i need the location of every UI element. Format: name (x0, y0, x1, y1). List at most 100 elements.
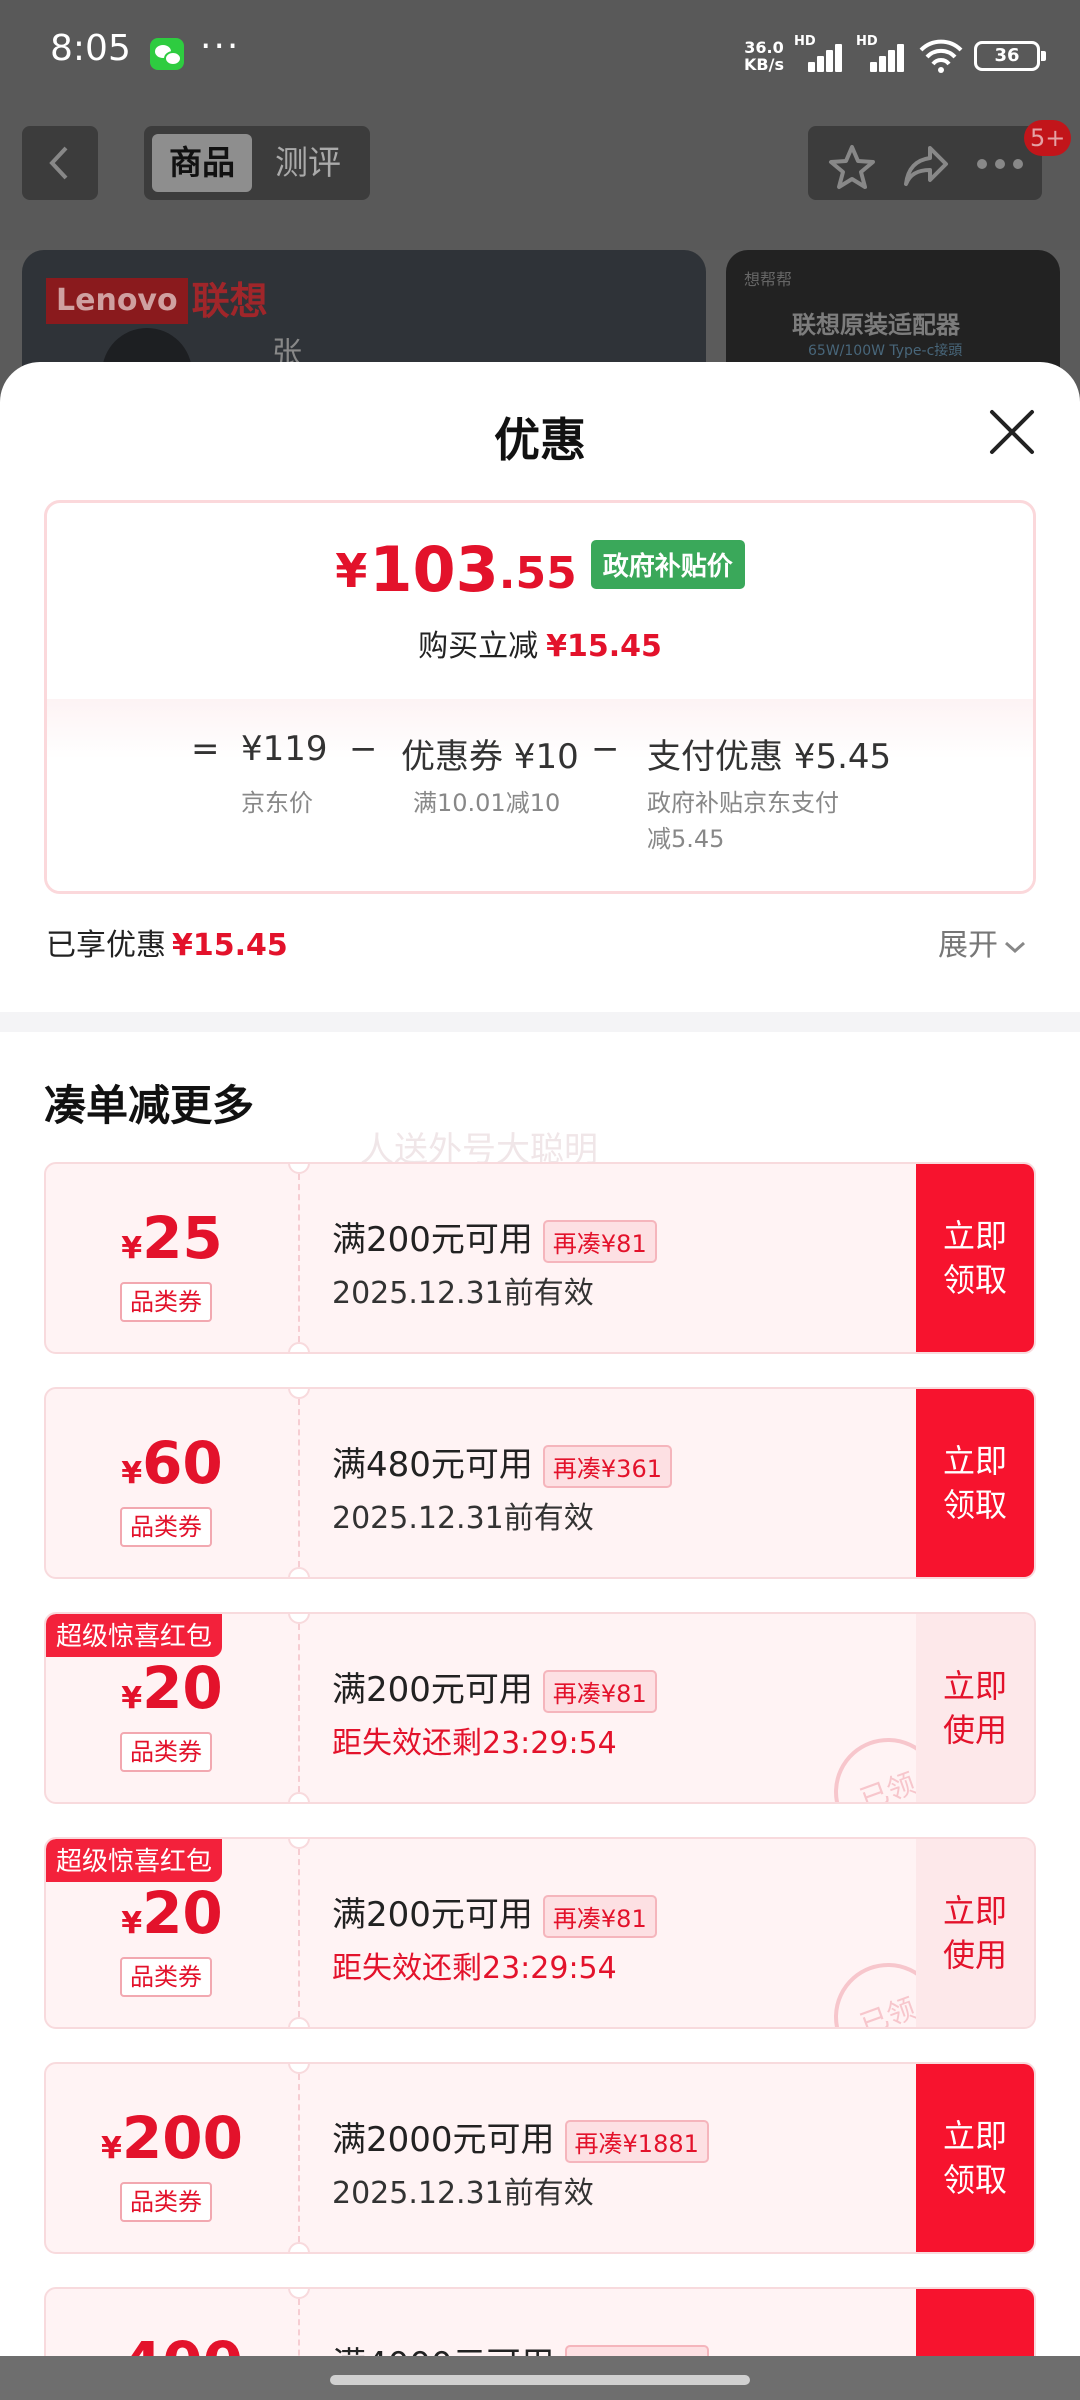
battery-icon: 36 (974, 41, 1046, 71)
coupon-action-label: 立即领取 (942, 2117, 1007, 2199)
payment-discount-label-2: 减5.45 (647, 825, 725, 853)
price-decimal: .55 (498, 548, 577, 599)
coupon-category-tag: 品类券 (120, 2182, 212, 2222)
brand-en: Lenovo (46, 278, 188, 324)
coupon-card: 超级惊喜红包 ¥20 品类券 满200元可用 再凑¥81 距失效还剩23:29:54 已领立… (44, 1612, 1036, 1804)
coupon-condition: 满200元可用 再凑¥81 (332, 1212, 657, 1263)
coupon-category-tag: 品类券 (120, 1282, 212, 1322)
coupon-remaining-tag: 再凑¥1881 (564, 2120, 709, 2163)
coupon-amount: ¥20 (46, 1879, 298, 1947)
coupon-amount: ¥20 (46, 1654, 298, 1722)
coupon-action-button[interactable]: 立即领取 (916, 1164, 1034, 1352)
product-banner: Lenovo 联想 张 (22, 250, 706, 370)
section-title: 凑单减更多 (44, 1081, 255, 1130)
coupon-value-area: ¥200 品类券 (46, 2064, 298, 2252)
brand-cn: 联想 (191, 279, 268, 323)
instant-discount: 购买立减 ¥15.45 (47, 621, 1033, 665)
instant-label: 购买立减 (418, 629, 539, 664)
payment-discount: 支付优惠 ¥5.45 (647, 737, 892, 777)
price-currency: ¥ (335, 544, 368, 598)
coupon-value-area: ¥20 品类券 (46, 1614, 298, 1802)
coupon-divider (298, 1624, 300, 1792)
status-bar: 8:05 ··· 36.0 KB/s HD HD 36 (0, 0, 1080, 110)
coupon-condition-text: 满200元可用 (332, 1670, 533, 1710)
price-breakdown: = ¥119 京东价 − 优惠券 ¥10 满10.01减10 − 支付优惠 ¥5… (47, 699, 1033, 891)
coupon-action-label: 立即领取 (942, 1442, 1007, 1524)
expand-label: 展开 (938, 928, 998, 963)
more-notifications-icon: ··· (200, 26, 241, 67)
coupon-remaining-tag: 再凑¥361 (542, 1445, 672, 1488)
coupon-card: ¥200 品类券 满2000元可用 再凑¥1881 2025.12.31前有效 立即领取 (44, 2062, 1036, 2254)
favorite-star-icon[interactable] (828, 144, 876, 190)
expand-button[interactable]: 展开 (938, 920, 1026, 964)
coupon-category-tag: 品类券 (120, 1957, 212, 1997)
wifi-icon (918, 36, 964, 76)
coupon-amount-value: 25 (142, 1204, 223, 1272)
price-card: ¥ 103 .55 政府补贴价 购买立减 ¥15.45 = ¥119 京东价 − … (44, 500, 1036, 894)
coupon-condition: 满480元可用 再凑¥361 (332, 1437, 672, 1488)
enjoyed-discount: 已享优惠 ¥15.45 (46, 920, 288, 964)
coupon-action-button[interactable]: 立即使用 (916, 1614, 1034, 1802)
coupon-divider (298, 1399, 300, 1567)
signal-icon: HD (794, 34, 846, 76)
more-icon[interactable] (976, 158, 1024, 170)
close-icon[interactable] (984, 404, 1040, 460)
coupon-notch (288, 1567, 310, 1577)
enjoyed-label: 已享优惠 (46, 928, 166, 963)
minus-sign: − (349, 729, 378, 769)
coupon-currency: ¥ (121, 1906, 143, 1941)
coupon-validity: 2025.12.31前有效 (332, 1276, 594, 1311)
status-indicators: 36.0 KB/s HD HD 36 (744, 34, 1046, 78)
banner2-title: 联想原装适配器 (792, 311, 960, 339)
coupon-remaining-tag: 再凑¥81 (542, 1220, 657, 1263)
coupon-remaining-tag: 再凑¥81 (542, 1895, 657, 1938)
coupon-currency: ¥ (121, 1681, 143, 1716)
signal-hd-label-2: HD (856, 34, 878, 49)
jd-price: ¥119 (241, 729, 328, 769)
coupon-currency: ¥ (101, 2131, 122, 2166)
product-top-nav: 商品 测评 5+ (0, 110, 1080, 250)
section-divider (0, 1012, 1080, 1032)
final-price: ¥ 103 .55 政府补贴价 (47, 537, 1033, 611)
coupon-value-area: ¥25 品类券 (46, 1164, 298, 1352)
coupon-action-button[interactable]: 立即领取 (916, 2064, 1034, 2252)
coupon-amount-value: 20 (142, 1654, 223, 1722)
coupon-condition: 满2000元可用 再凑¥1881 (332, 2112, 709, 2163)
gov-subsidy-tag: 政府补贴价 (590, 540, 745, 589)
coupon-discount: 优惠券 ¥10 (401, 737, 579, 777)
coupon-divider (298, 1849, 300, 2017)
coupon-amount-value: 20 (142, 1879, 223, 1947)
back-arrow-icon (49, 146, 68, 180)
banner2-logo: 想帮帮 (744, 270, 793, 289)
coupon-notch (288, 2242, 310, 2252)
sheet-title: 优惠 (494, 413, 586, 467)
net-speed-value: 36.0 (744, 38, 784, 57)
minus-sign-2: − (591, 729, 620, 769)
coupon-action-label: 立即使用 (942, 1667, 1007, 1749)
coupon-amount: ¥25 (46, 1204, 298, 1272)
coupon-card: ¥25 品类券 满200元可用 再凑¥81 2025.12.31前有效 立即领取 (44, 1162, 1036, 1354)
brand-logo: Lenovo 联想 (46, 278, 268, 324)
coupon-condition: 满200元可用 再凑¥81 (332, 1887, 657, 1938)
coupon-condition: 满200元可用 再凑¥81 (332, 1662, 657, 1713)
coupon-category-tag: 品类券 (120, 1732, 212, 1772)
home-indicator[interactable] (330, 2375, 750, 2385)
banner2-subtitle: 65W/100W Type-c接頭 (808, 343, 963, 359)
tab-goods[interactable]: 商品 (152, 134, 252, 192)
coupon-currency: ¥ (121, 1456, 143, 1491)
back-button[interactable] (22, 126, 98, 200)
status-time: 8:05 (50, 28, 131, 69)
coupon-remaining-tag: 再凑¥81 (542, 1670, 657, 1713)
net-speed-unit: KB/s (744, 55, 784, 74)
coupon-divider (298, 2074, 300, 2242)
coupon-value-area: ¥20 品类券 (46, 1839, 298, 2027)
coupon-amount: ¥60 (46, 1429, 298, 1497)
chevron-down-icon (1005, 941, 1025, 953)
share-icon[interactable] (902, 144, 950, 188)
tab-review[interactable]: 测评 (258, 134, 358, 192)
equals-sign: = (191, 729, 220, 769)
message-badge: 5+ (1024, 120, 1072, 156)
coupon-category-tag: 品类券 (120, 1507, 212, 1547)
coupon-action-button[interactable]: 立即领取 (916, 1389, 1034, 1577)
coupon-action-button[interactable]: 立即使用 (916, 1839, 1034, 2027)
